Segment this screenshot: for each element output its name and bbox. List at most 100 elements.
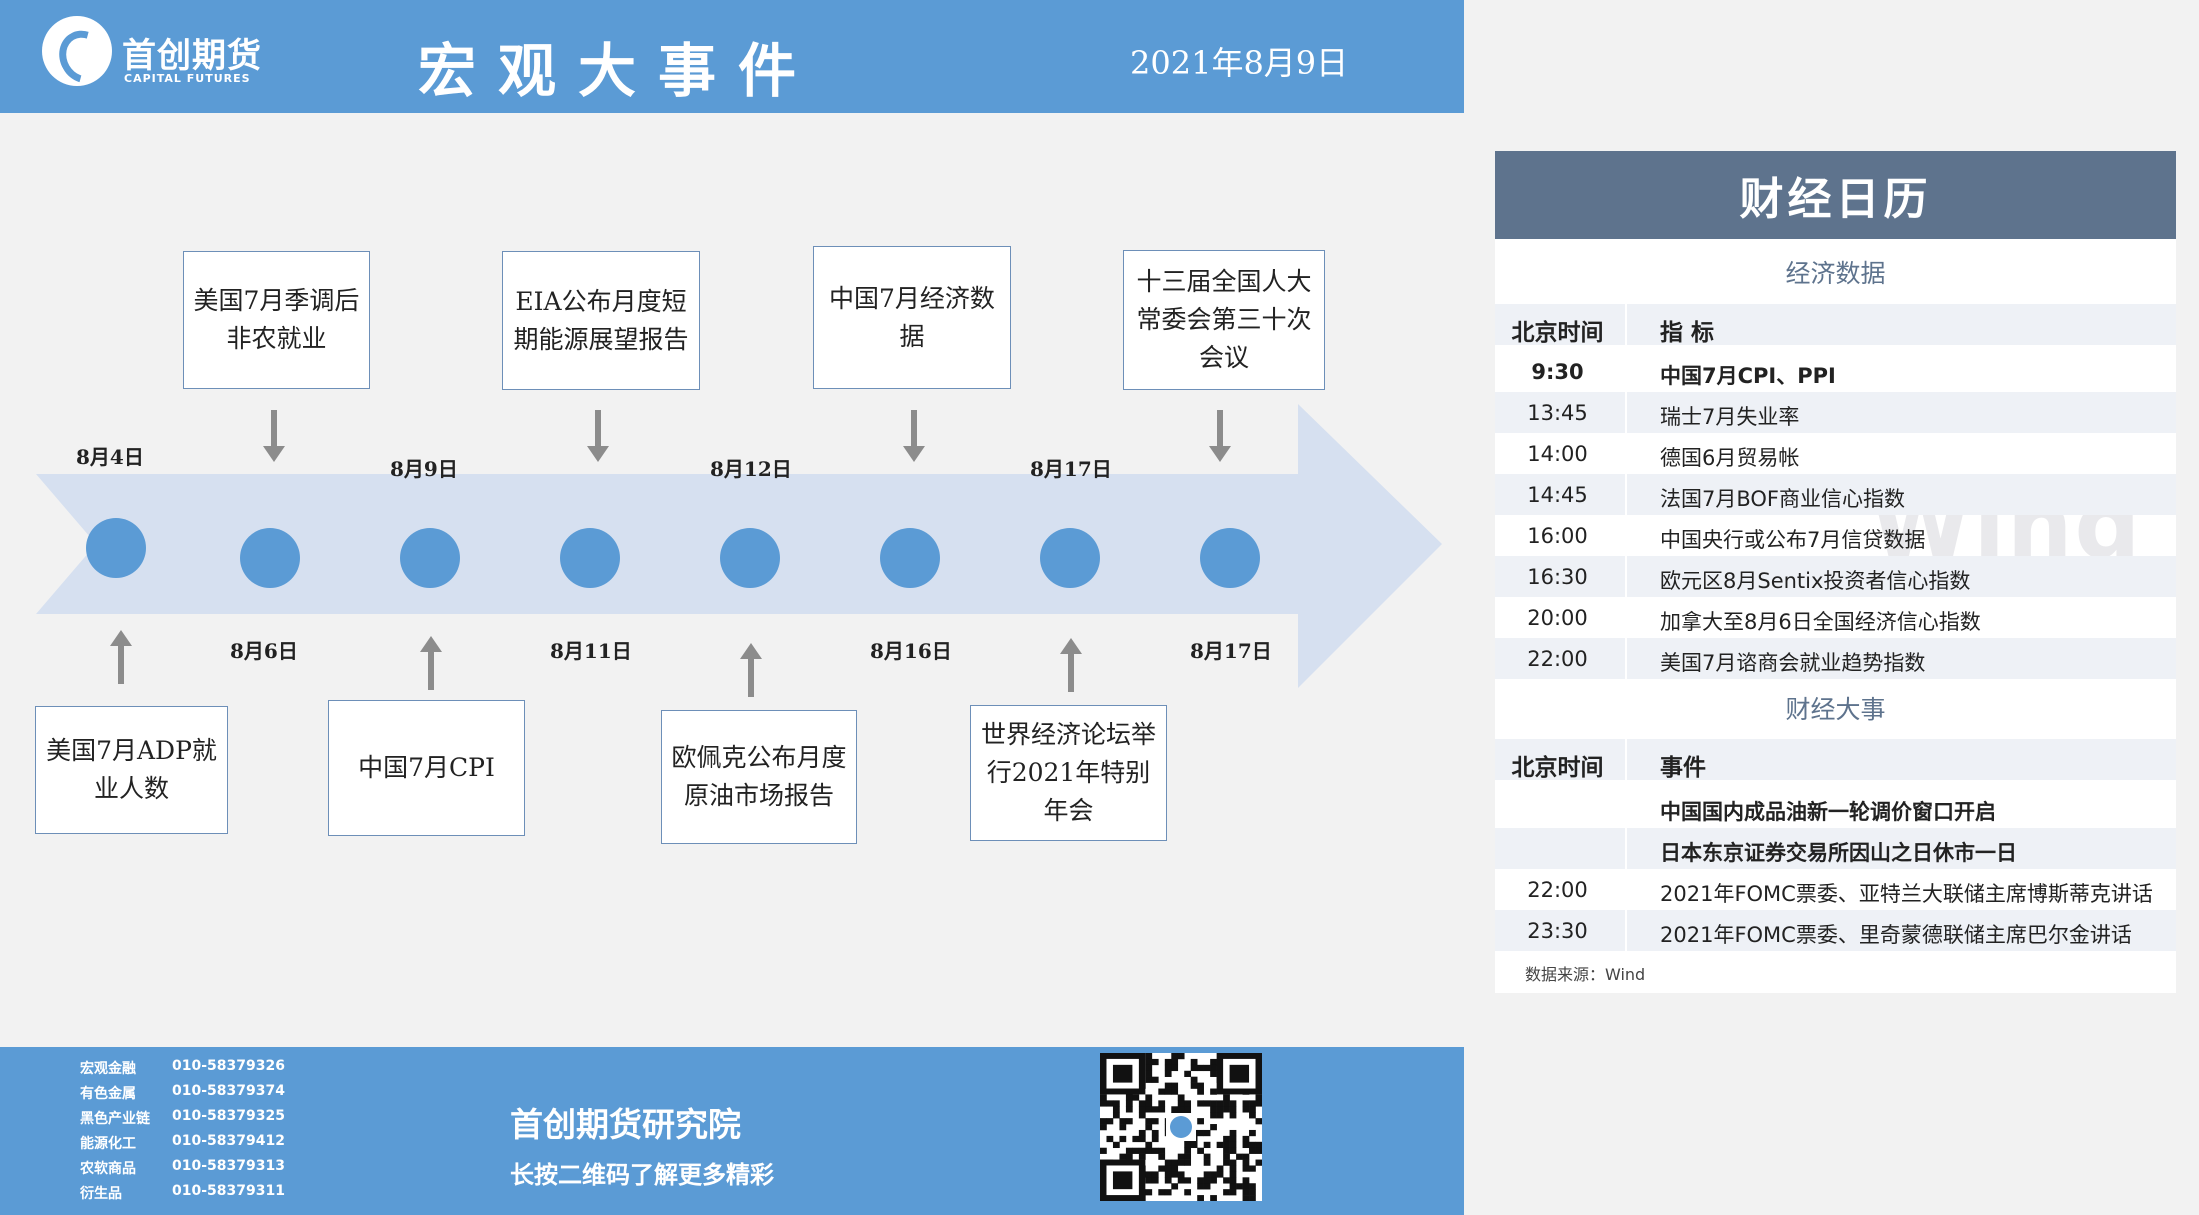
timeline-node xyxy=(86,518,146,578)
row-time: 9:30 xyxy=(1531,360,1584,384)
down-arrow-icon xyxy=(1217,410,1223,446)
event-box-bottom: 世界经济论坛举行2021年特别年会 xyxy=(970,705,1167,841)
contact-line: 黑色产业链 010-58379325 xyxy=(80,1108,330,1128)
timeline-date: 8月6日 xyxy=(230,639,298,663)
timeline-date: 8月17日 xyxy=(1190,639,1272,663)
calendar-row: 日本东京证券交易所因山之日休市一日 xyxy=(1495,828,2176,869)
row-item: 美国7月谘商会就业趋势指数 xyxy=(1660,651,1926,675)
up-arrow-icon xyxy=(748,659,754,697)
up-arrow-icon xyxy=(118,646,124,684)
timeline-node xyxy=(560,528,620,588)
calendar-row: 中国国内成品油新一轮调价窗口开启 xyxy=(1495,787,2176,828)
timeline-node xyxy=(1200,528,1260,588)
row-time: 13:45 xyxy=(1527,401,1588,425)
calendar-row: 22:00 美国7月谘商会就业趋势指数 xyxy=(1495,638,2176,679)
calendar-row: 13:45 瑞士7月失业率 xyxy=(1495,392,2176,433)
arrow-head xyxy=(740,643,762,659)
timeline-date: 8月17日 xyxy=(1030,457,1112,481)
calendar-row: 16:30 欧元区8月Sentix投资者信心指数 xyxy=(1495,556,2176,597)
timeline-date: 8月11日 xyxy=(550,639,632,663)
row-item: 中国7月CPI、PPI xyxy=(1660,364,1836,388)
row-time: 20:00 xyxy=(1527,606,1588,630)
timeline-node xyxy=(400,528,460,588)
event-box-bottom: 美国7月ADP就业人数 xyxy=(35,706,228,834)
slogan: 长按二维码了解更多精彩 xyxy=(510,1161,774,1189)
calendar-row: 23:30 2021年FOMC票委、里奇蒙德联储主席巴尔金讲话 xyxy=(1495,910,2176,951)
down-arrow-icon xyxy=(271,410,277,446)
row-time: 16:30 xyxy=(1527,565,1588,589)
row-item: 中国央行或公布7月信贷数据 xyxy=(1660,528,1926,552)
contact-line: 有色金属 010-58379374 xyxy=(80,1083,330,1103)
arrow-head xyxy=(587,446,609,462)
col-time: 北京时间 xyxy=(1511,320,1604,346)
calendar-row: 14:00 德国6月贸易帐 xyxy=(1495,433,2176,474)
qr-code[interactable] xyxy=(1100,1053,1262,1201)
calendar-row: 22:00 2021年FOMC票委、亚特兰大联储主席博斯蒂克讲话 xyxy=(1495,869,2176,910)
contact-line: 能源化工 010-58379412 xyxy=(80,1133,330,1153)
events-section-title: 财经大事 xyxy=(1785,695,1886,724)
calendar-row: 20:00 加拿大至8月6日全国经济信心指数 xyxy=(1495,597,2176,638)
arrow-head xyxy=(263,446,285,462)
event-box-top: EIA公布月度短期能源展望报告 xyxy=(502,251,700,390)
row-item: 德国6月贸易帐 xyxy=(1660,446,1800,470)
timeline-date: 8月4日 xyxy=(76,445,144,469)
calendar-row: 14:45 法国7月BOF商业信心指数 xyxy=(1495,474,2176,515)
timeline-node xyxy=(720,528,780,588)
arrow-head xyxy=(1209,446,1231,462)
row-time: 14:45 xyxy=(1527,483,1588,507)
dept-name: 黑色产业链 xyxy=(80,1111,150,1127)
col-time: 北京时间 xyxy=(1511,755,1604,781)
calendar-row: 9:30 中国7月CPI、PPI xyxy=(1495,351,2176,392)
dept-phone: 010-58379326 xyxy=(172,1058,285,1074)
up-arrow-icon xyxy=(1068,654,1074,692)
timeline-date: 8月9日 xyxy=(390,457,458,481)
calendar-row: 16:00 中国央行或公布7月信贷数据 xyxy=(1495,515,2176,556)
contact-line: 宏观金融 010-58379326 xyxy=(80,1058,330,1078)
dept-phone: 010-58379412 xyxy=(172,1133,285,1149)
data-source: 数据来源：Wind xyxy=(1525,965,1646,984)
row-item: 加拿大至8月6日全国经济信心指数 xyxy=(1660,610,1981,634)
event-box-top: 中国7月经济数据 xyxy=(813,246,1011,389)
timeline-date: 8月16日 xyxy=(870,639,952,663)
row-item: 欧元区8月Sentix投资者信心指数 xyxy=(1660,569,1971,593)
col-indicator: 指 标 xyxy=(1660,320,1715,346)
timeline-date: 8月12日 xyxy=(710,457,792,481)
row-item: 法国7月BOF商业信心指数 xyxy=(1660,487,1906,511)
institute-name: 首创期货研究院 xyxy=(510,1105,741,1144)
econ-table-header: 北京时间 指 标 xyxy=(1495,304,2176,346)
row-time: 23:30 xyxy=(1527,919,1588,943)
contact-line: 农软商品 010-58379313 xyxy=(80,1158,330,1178)
row-item: 瑞士7月失业率 xyxy=(1660,405,1800,429)
events-table-header: 北京时间 事件 xyxy=(1495,739,2176,781)
dept-phone: 010-58379311 xyxy=(172,1183,285,1199)
dept-phone: 010-58379325 xyxy=(172,1108,285,1124)
event-box-bottom: 欧佩克公布月度原油市场报告 xyxy=(661,710,857,844)
down-arrow-icon xyxy=(911,410,917,446)
row-time: 16:00 xyxy=(1527,524,1588,548)
dept-name: 衍生品 xyxy=(80,1186,122,1202)
row-time: 22:00 xyxy=(1527,878,1588,902)
timeline-arrow xyxy=(36,404,1442,688)
up-arrow-icon xyxy=(428,652,434,690)
dept-phone: 010-58379313 xyxy=(172,1158,285,1174)
dept-name: 有色金属 xyxy=(80,1086,136,1102)
col-event: 事件 xyxy=(1660,755,1706,781)
down-arrow-icon xyxy=(595,410,601,446)
event-box-top: 十三届全国人大常委会第三十次会议 xyxy=(1123,250,1325,390)
dept-name: 宏观金融 xyxy=(80,1061,136,1077)
row-item: 中国国内成品油新一轮调价窗口开启 xyxy=(1660,800,1996,824)
calendar-title: 财经日历 xyxy=(1495,151,2176,239)
row-item: 日本东京证券交易所因山之日休市一日 xyxy=(1660,841,2017,865)
event-box-bottom: 中国7月CPI xyxy=(328,700,525,836)
arrow-head xyxy=(420,636,442,652)
row-item: 2021年FOMC票委、里奇蒙德联储主席巴尔金讲话 xyxy=(1660,923,2132,947)
dept-name: 农软商品 xyxy=(80,1161,136,1177)
dept-phone: 010-58379374 xyxy=(172,1083,285,1099)
arrow-head xyxy=(903,446,925,462)
contact-line: 衍生品 010-58379311 xyxy=(80,1183,330,1203)
arrow-head xyxy=(1060,638,1082,654)
arrow-head xyxy=(110,630,132,646)
event-box-top: 美国7月季调后非农就业 xyxy=(183,251,370,389)
row-time: 22:00 xyxy=(1527,647,1588,671)
row-time: 14:00 xyxy=(1527,442,1588,466)
